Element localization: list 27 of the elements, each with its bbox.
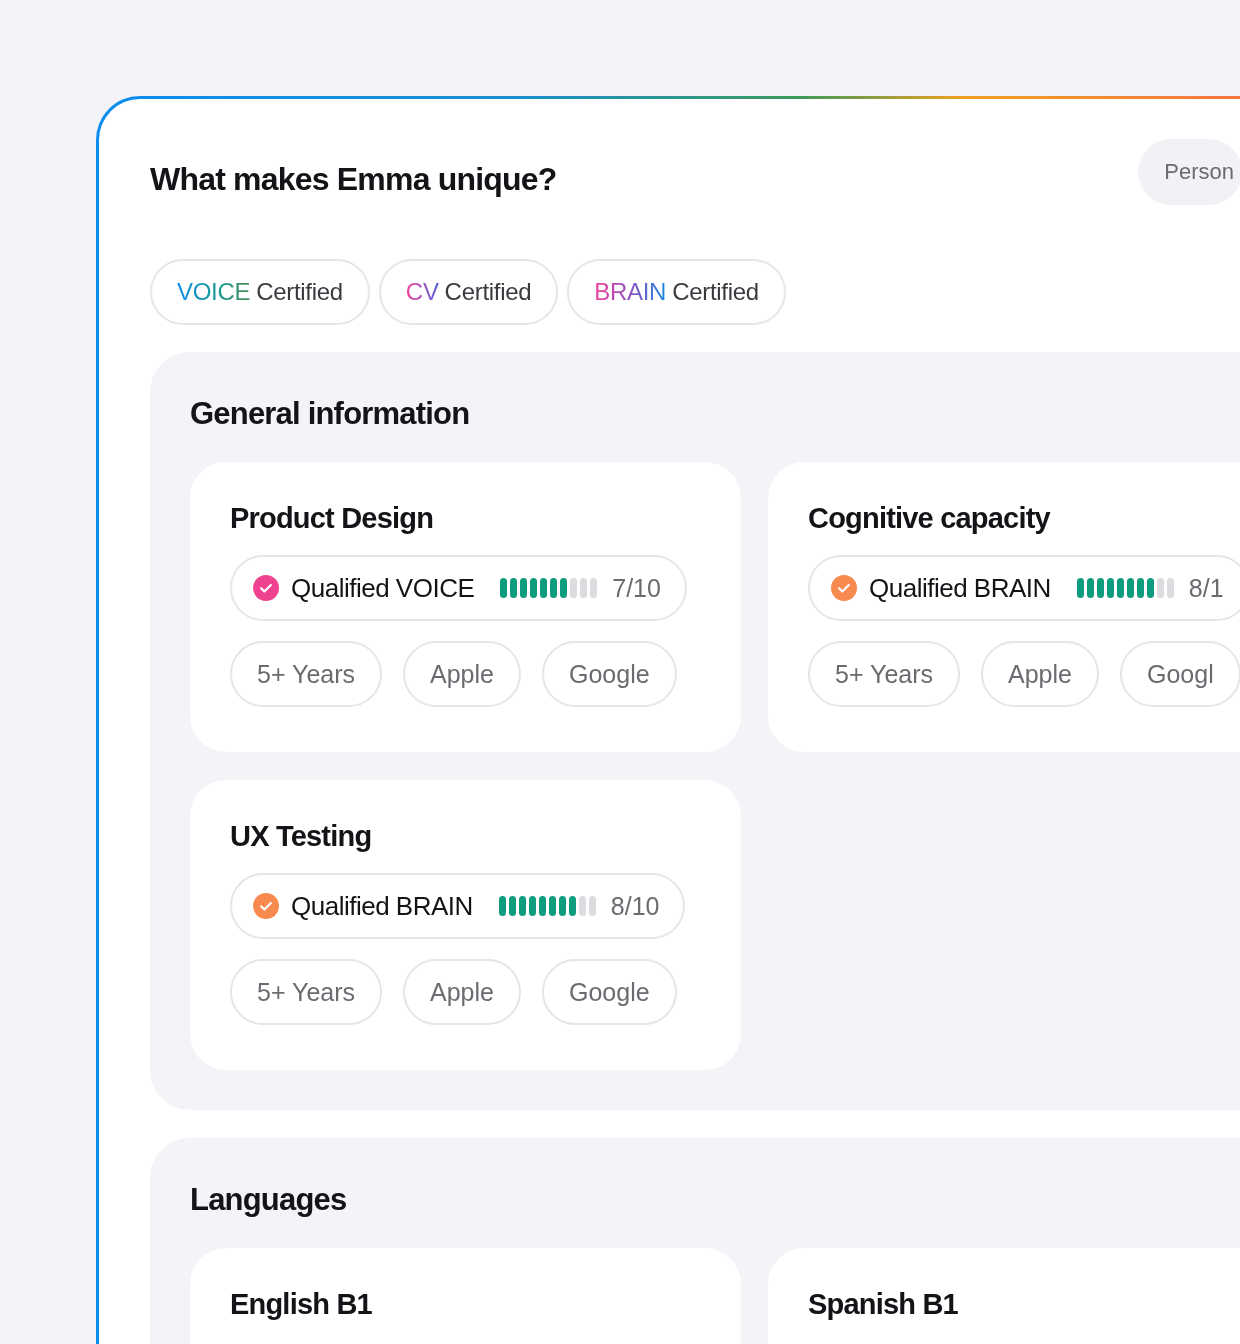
certification-badge: BRAIN Certified (567, 259, 786, 325)
skill-tag: Google (541, 959, 677, 1025)
certification-badge: CV Certified (378, 259, 559, 325)
certification-badge: VOICE Certified (150, 259, 370, 325)
skill-tag: Apple (403, 641, 521, 707)
skill-tag: 5+ Years (808, 641, 960, 707)
section-title: General information (190, 396, 471, 432)
qualification-label: Qualified VOICE (291, 572, 475, 604)
qualification-label: Qualified BRAIN (869, 572, 1051, 604)
skill-tag: Apple (981, 641, 1099, 707)
card-title: UX Testing (230, 820, 373, 853)
skill-tag: 5+ Years (230, 641, 382, 707)
skill-tag: Google (541, 641, 677, 707)
skill-tag: 5+ Years (230, 959, 382, 1025)
card-title: English B1 (230, 1288, 373, 1321)
section-title: Languages (190, 1182, 348, 1218)
card-title: Spanish B1 (808, 1288, 959, 1321)
score-text: 8/10 (610, 891, 660, 921)
score-text: 7/10 (612, 573, 661, 603)
profile-title: What makes Emma unique? (150, 160, 557, 198)
skill-tag: Apple (403, 959, 521, 1025)
card-title: Cognitive capacity (808, 502, 1052, 535)
category-tag: Person (1138, 139, 1240, 205)
qualification-label: Qualified BRAIN (291, 890, 473, 922)
skill-tag: Googl (1119, 641, 1240, 707)
card-title: Product Design (230, 502, 435, 535)
score-text: 8/1 (1188, 573, 1224, 603)
